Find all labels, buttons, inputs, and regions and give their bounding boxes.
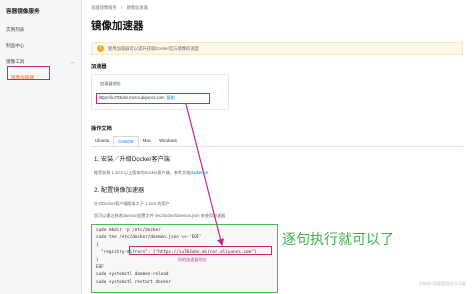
accelerator-address-value: https://iu703ubn.mirror.aliyuncs.com [99,95,165,100]
accelerator-section-title: 加速器 [91,64,107,70]
step1-description: 推荐安装 1.10.0 以上版本的Docker客户端，参考文档 [94,170,191,175]
step2-text-config: 您可以通过修改daemon配置文件 /etc/docker/daemon.jso… [94,213,226,218]
accelerator-card [91,74,229,110]
os-tabs: Ubuntu CentOS Mac Windows [91,136,181,146]
breadcrumb-separator: / [120,5,123,10]
sidebar-highlight-box [7,66,50,80]
tab-mac[interactable]: Mac [139,136,155,146]
notice-text: 使用加速器可以提升获取Docker官方镜像的速度 [108,46,199,51]
address-note: 你的加速器地址 [178,257,207,262]
breadcrumb-current: 镜像加速器 [126,5,148,10]
step1-text: 推荐安装 1.10.0 以上版本的Docker客户端，参考文档docker-ce [94,170,208,176]
code-line: sudo systemctl daemon-reload [96,272,169,278]
step1-title: 1. 安装／升级Docker客户端 [94,156,170,163]
chevron-up-icon: ︿ [70,59,75,64]
tab-divider [91,146,463,147]
address-highlight-box [129,246,272,255]
code-line: sudo tee /etc/docker/daemon.json <<-'EOF… [96,235,203,241]
sidebar-item-instances[interactable]: 实例列表 [0,22,81,38]
page-title: 镜像加速器 [91,20,144,32]
breadcrumb: 容器镜像服务 / 镜像加速器 [91,5,151,11]
code-line: sudo systemctl restart docker [96,279,172,285]
sidebar-title: 容器镜像服务 [6,9,40,15]
sidebar-item-artifacts[interactable]: 制品中心 [0,38,81,54]
sidebar: 容器镜像服务 实例列表 制品中心 镜像工具 ︿ 镜像加速器 [0,0,82,294]
step2-text-version: 针对Docker客户端版本大于 1.10.0 的用户 [94,201,170,206]
step2-title: 2. 配置镜像加速器 [94,187,145,194]
annotation-text: 逐句执行就可以了 [282,232,394,248]
copy-button[interactable]: 复制 [167,95,175,100]
code-line: EOF [96,264,104,270]
docs-section-title: 操作文档 [91,126,112,132]
tab-ubuntu[interactable]: Ubuntu [91,136,113,146]
warning-icon: ! [97,45,104,53]
accelerator-address-field[interactable]: https://iu703ubn.mirror.aliyuncs.com 复制 [96,93,210,104]
notice-banner: ! 使用加速器可以提升获取Docker官方镜像的速度 [91,42,463,55]
tab-windows[interactable]: Windows [155,136,181,146]
breadcrumb-root[interactable]: 容器镜像服务 [91,5,117,10]
accelerator-address-label: 加速器地址 [100,81,121,86]
docker-ce-link[interactable]: docker-ce [190,170,208,175]
watermark: CSDN @我是阳光马马哥 [419,281,466,286]
tab-centos[interactable]: CentOS [113,136,139,146]
code-line: sudo mkdir -p /etc/docker [96,228,161,233]
